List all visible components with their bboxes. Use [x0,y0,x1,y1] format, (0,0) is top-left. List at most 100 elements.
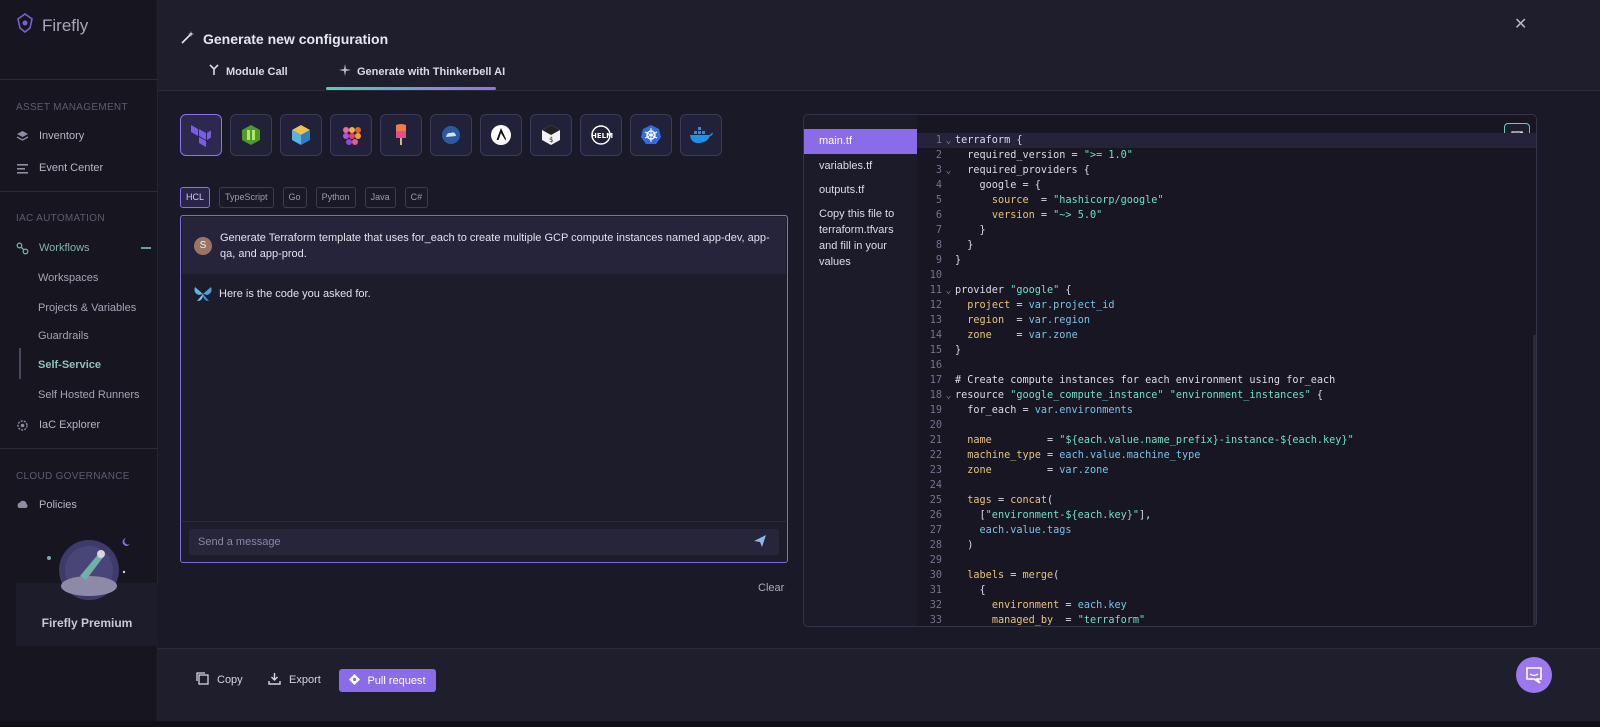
file-list: main.tf variables.tf outputs.tf Copy thi… [804,129,918,274]
docker-icon[interactable] [680,114,722,156]
logo[interactable]: Firefly [16,13,88,38]
fold-chevron-icon[interactable]: ⌄ [942,283,955,298]
code-text: environment = each.key [991,600,1127,611]
gutter-space [942,478,955,493]
support-chat-icon[interactable] [1516,657,1552,693]
sidebar-item-workspaces[interactable]: Workspaces [38,269,98,287]
code-line: 15 } [917,343,1536,358]
page-title-text: Generate new configuration [203,31,389,47]
gutter-space [942,193,955,208]
gutter-space [942,583,955,598]
fold-chevron-icon[interactable]: ⌄ [942,163,955,178]
sidebar-item-label: Policies [39,499,77,511]
gutter-space [942,598,955,613]
copy-label: Copy [217,674,243,686]
fold-chevron-icon[interactable]: ⌄ [942,133,955,148]
file-tfvars-note[interactable]: Copy this file to terraform.tfvars and f… [804,202,918,274]
language-selector: HCL TypeScript Go Python Java C# [180,187,429,208]
code-line: 29 [917,553,1536,568]
helm-icon[interactable]: HELM [580,114,622,156]
line-number: 23 [929,465,942,476]
sidebar-item-self-service[interactable]: Self-Service [38,356,101,374]
message-input[interactable] [189,529,779,555]
kubernetes-icon[interactable] [630,114,672,156]
code-line: 5 source = "hashicorp/google" [917,193,1536,208]
file-outputs-tf[interactable]: outputs.tf [804,178,918,202]
gutter-space [942,223,955,238]
sidebar-item-policies[interactable]: Policies [16,495,77,515]
gutter-space [942,298,955,313]
code-text: tags = concat( [967,495,1054,506]
thinkerbell-icon [193,285,213,308]
line-number: 13 [929,315,942,326]
code-line: 21 name = "${each.value.name_prefix}-ins… [917,433,1536,448]
sidebar-item-guardrails[interactable]: Guardrails [38,327,89,345]
send-icon[interactable] [753,534,767,553]
code-line: 17 # Create compute instances for each e… [917,373,1536,388]
sidebar-item-iac-explorer[interactable]: IaC Explorer [16,415,100,435]
code-text: provider "google" { [955,285,1072,296]
sparkle-icon [339,64,351,79]
chat-panel: S Generate Terraform template that uses … [180,215,788,563]
ansible-icon[interactable] [480,114,522,156]
user-message-text: Generate Terraform template that uses fo… [220,232,770,260]
cloudformation-icon[interactable] [430,114,472,156]
popsicle-icon[interactable] [380,114,422,156]
line-number: 9 [935,255,942,266]
pull-request-button[interactable]: Pull request [339,669,436,692]
code-editor[interactable]: 1 ⌄ terraform {2 required_version = ">= 1.… [917,115,1536,626]
export-button[interactable]: Export [268,672,321,688]
crossplane-icon[interactable]: $ [530,114,572,156]
lang-go[interactable]: Go [282,187,307,208]
line-number: 6 [935,210,942,221]
branch-icon [208,64,220,79]
code-text: machine_type = each.value.machine_type [967,450,1201,461]
file-variables-tf[interactable]: variables.tf [804,154,918,178]
terraform-icon[interactable] [180,114,222,156]
lang-hcl[interactable]: HCL [180,187,211,208]
close-icon[interactable]: ✕ [1514,14,1527,34]
active-tab-indicator [326,87,496,90]
scrollbar[interactable] [1533,335,1536,625]
code-line: 18 ⌄ resource "google_compute_instance" "e… [917,388,1536,403]
gutter-space [942,613,955,626]
tab-module-call[interactable]: Module Call [208,64,288,79]
svg-text:HELM: HELM [591,132,613,140]
gutter-space [942,328,955,343]
lang-python[interactable]: Python [315,187,356,208]
tab-thinkerbell-ai[interactable]: Generate with Thinkerbell AI [339,64,505,79]
opentofu-icon[interactable] [230,114,272,156]
code-line: 10 [917,268,1536,283]
code-text: zone = var.zone [967,330,1078,341]
code-line: 7 } [917,223,1536,238]
sidebar-item-projects-variables[interactable]: Projects & Variables [38,299,136,317]
section-cloud-governance: CLOUD GOVERNANCE [16,471,130,482]
ai-message-text: Here is the code you asked for. [219,288,371,300]
sidebar-item-event-center[interactable]: Event Center [16,158,103,178]
code-line: 31 { [917,583,1536,598]
gutter-space [942,343,955,358]
line-number: 11 [929,285,942,296]
gutter-space [942,493,955,508]
gutter-space [942,253,955,268]
collapse-indicator[interactable] [141,247,151,249]
sidebar-item-inventory[interactable]: Inventory [16,126,84,146]
pulumi-cube-icon[interactable] [280,114,322,156]
lang-csharp[interactable]: C# [404,187,429,208]
line-number: 20 [929,420,942,431]
sidebar-item-workflows[interactable]: Workflows [16,238,90,258]
sidebar-item-self-hosted-runners[interactable]: Self Hosted Runners [38,386,140,404]
copy-button[interactable]: Copy [196,672,243,688]
main-panel: Generate new configuration Module Call G… [158,0,1600,721]
fold-chevron-icon[interactable]: ⌄ [942,388,955,403]
file-main-tf[interactable]: main.tf [804,129,918,154]
line-number: 28 [929,540,942,551]
lang-java[interactable]: Java [364,187,396,208]
code-text: google = { [955,180,1041,191]
app-name: Firefly [42,15,89,35]
multi-cube-icon[interactable] [330,114,372,156]
clear-button[interactable]: Clear [758,582,784,594]
lang-typescript[interactable]: TypeScript [219,187,274,208]
gutter-space [942,568,955,583]
code-line: 6 version = "~> 5.0" [917,208,1536,223]
